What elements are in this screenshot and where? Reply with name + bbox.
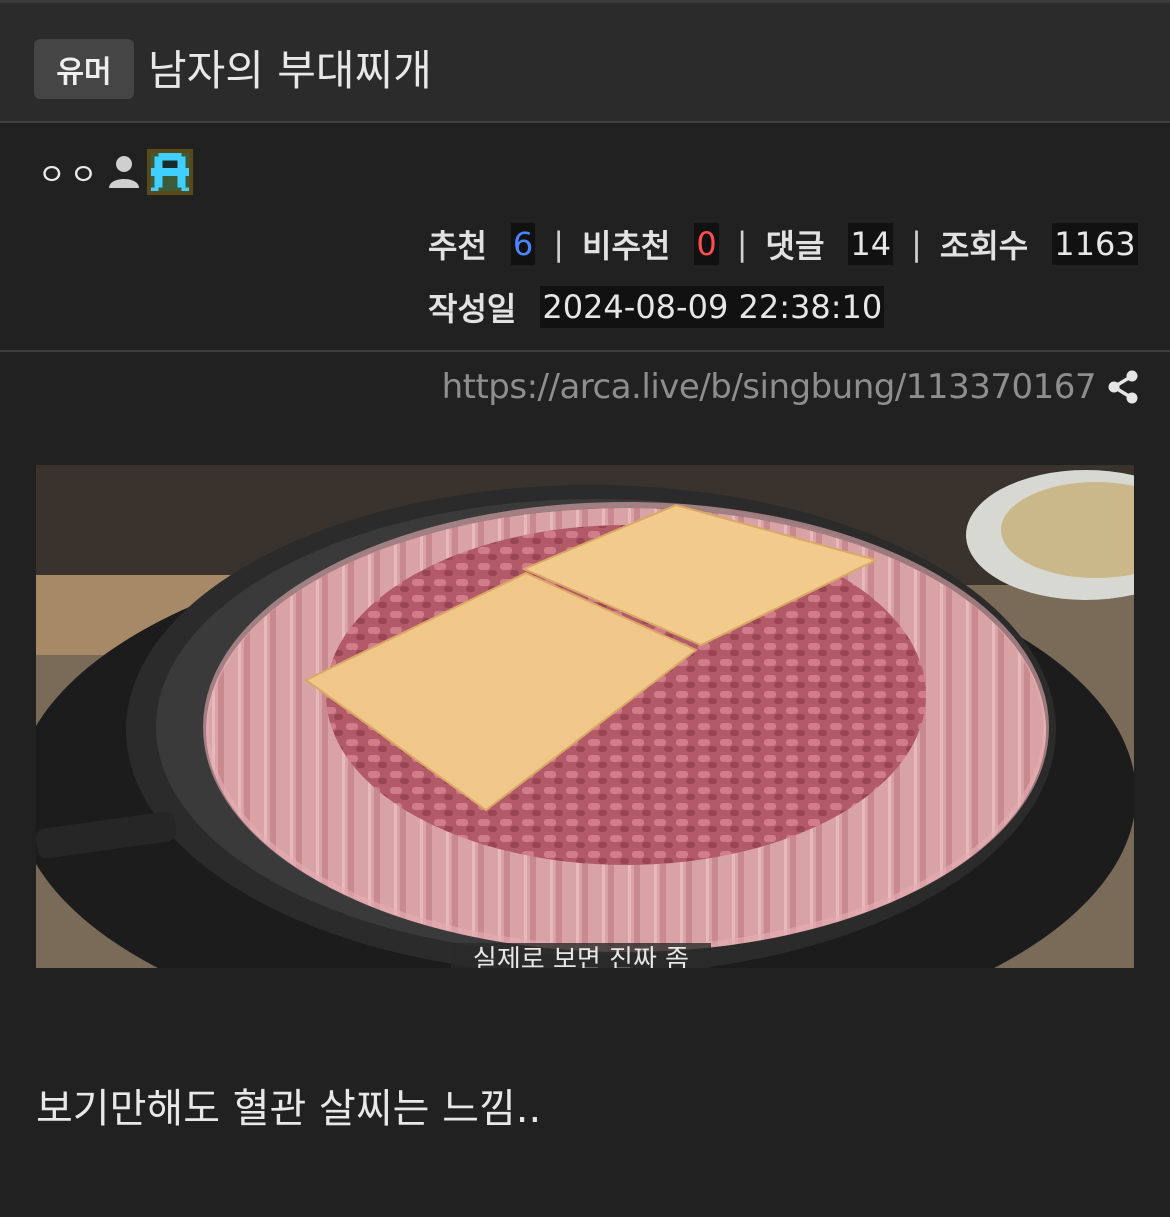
share-icon[interactable] (1106, 369, 1140, 405)
person-icon (109, 156, 140, 188)
post-title: 남자의 부대찌개 (148, 46, 432, 95)
header-divider (0, 350, 1170, 352)
views-count: 1163 (1052, 223, 1138, 265)
post-url-row[interactable]: https://arca.live/b/singbung/113370167 (442, 362, 1140, 412)
stat-separator: | (911, 225, 922, 263)
date-value: 2024-08-09 22:38:10 (540, 286, 885, 328)
author-info[interactable]: ㅇㅇ (38, 148, 194, 196)
upvote-count: 6 (510, 223, 536, 265)
downvote-label: 비추천 (582, 227, 671, 265)
comments-count: 14 (848, 223, 894, 265)
image-caption: 실제로 보면 진짜 좀 (473, 945, 689, 968)
stat-separator: | (736, 225, 748, 263)
post-body: 보기만해도 혈관 살찌는 느낌.. (36, 1086, 542, 1132)
post-header: 유머 남자의 부대찌개 (0, 3, 1170, 123)
views-label: 조회수 (939, 227, 1029, 265)
pixel-character-icon (147, 149, 194, 195)
upvote-label: 추천 (428, 227, 487, 265)
post-image[interactable]: 실제로 보면 진짜 좀 (36, 465, 1134, 968)
date-label: 작성일 (428, 290, 517, 328)
budae-jjigae-photo: 실제로 보면 진짜 좀 (36, 465, 1134, 968)
comments-label: 댓글 (765, 227, 825, 265)
stat-separator: | (553, 225, 565, 263)
author-name[interactable]: ㅇㅇ (38, 150, 101, 194)
post-date: 작성일 2024-08-09 22:38:10 (428, 282, 885, 332)
post-url-link[interactable]: https://arca.live/b/singbung/113370167 (442, 367, 1097, 407)
downvote-count: 0 (694, 223, 719, 265)
post-stats: 추천 6 | 비추천 0 | 댓글 14 | 조회수 1163 (428, 218, 1138, 270)
category-badge[interactable]: 유머 (34, 39, 134, 99)
